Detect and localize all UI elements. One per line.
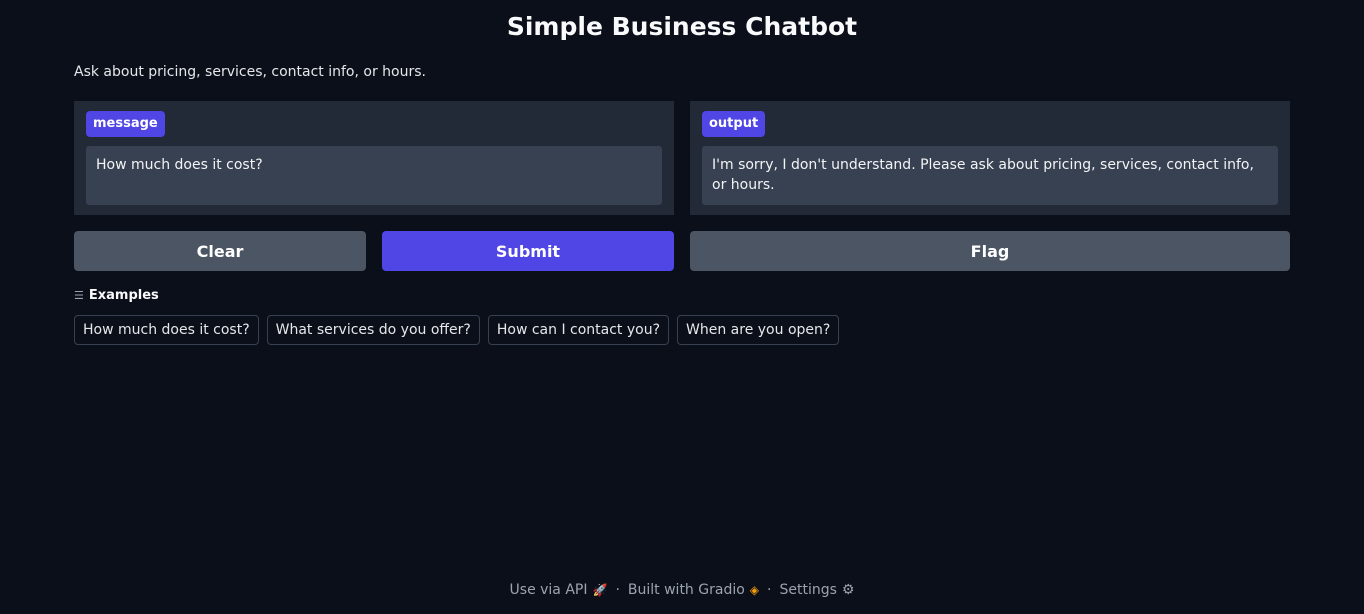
examples-header: ☰ Examples [74, 288, 159, 303]
footer-separator: · [615, 582, 620, 598]
output-panel: output I'm sorry, I don't understand. Pl… [690, 101, 1290, 215]
page-description: Ask about pricing, services, contact inf… [74, 64, 426, 80]
api-link[interactable]: Use via API 🚀 [510, 582, 608, 598]
message-label: message [86, 111, 165, 137]
gradio-logo-icon: ◈ [749, 583, 760, 597]
gradio-link[interactable]: Built with Gradio ◈ [628, 582, 759, 598]
page-title: Simple Business Chatbot [506, 12, 858, 41]
output-label: output [702, 111, 766, 137]
settings-link-label: Settings [779, 582, 837, 598]
message-input[interactable]: How much does it cost? [86, 146, 662, 205]
submit-button[interactable]: Submit [382, 231, 674, 271]
app-page: Simple Business Chatbot Ask about pricin… [0, 0, 1364, 614]
footer-separator: · [767, 582, 772, 598]
list-icon: ☰ [74, 289, 84, 302]
rocket-icon: 🚀 [592, 583, 608, 597]
flag-button[interactable]: Flag [690, 231, 1290, 271]
api-link-label: Use via API [509, 582, 588, 598]
output-textbox: I'm sorry, I don't understand. Please as… [702, 146, 1278, 205]
message-panel: message How much does it cost? [74, 101, 674, 215]
examples-list: How much does it cost? What services do … [74, 315, 840, 345]
gear-icon: ⚙ [841, 582, 855, 598]
example-button[interactable]: When are you open? [677, 315, 840, 345]
example-button[interactable]: What services do you offer? [266, 315, 480, 345]
gradio-link-label: Built with Gradio [627, 582, 745, 598]
footer: Use via API 🚀 · Built with Gradio ◈ · Se… [0, 582, 1364, 598]
clear-button[interactable]: Clear [74, 231, 366, 271]
example-button[interactable]: How much does it cost? [74, 315, 259, 345]
example-button[interactable]: How can I contact you? [487, 315, 670, 345]
examples-heading: Examples [88, 288, 159, 303]
settings-link[interactable]: Settings ⚙ [779, 582, 854, 598]
